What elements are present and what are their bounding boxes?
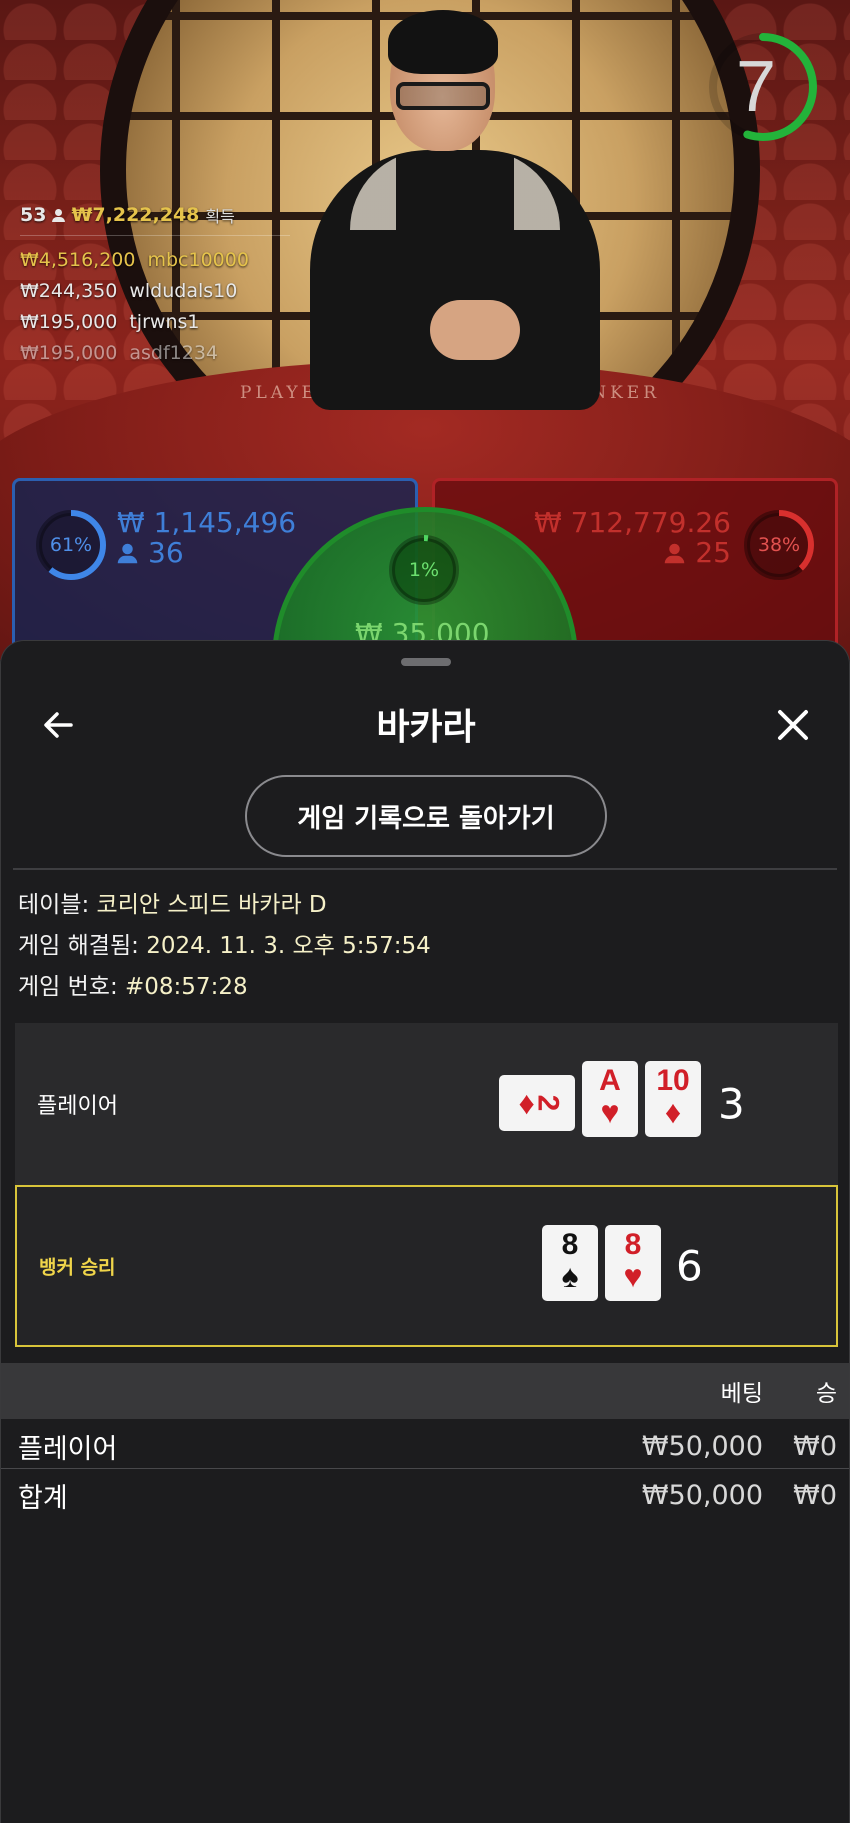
- person-icon: [665, 543, 685, 563]
- banker-score: 6: [676, 1241, 703, 1291]
- total-win-amount: ₩0: [793, 1479, 837, 1511]
- card-rank: A: [599, 1064, 621, 1097]
- game-info: 테이블: 코리안 스피드 바카라 D 게임 해결됨: 2024. 11. 3. …: [18, 885, 431, 1008]
- winner-row: ₩4,516,200 mbc10000: [20, 244, 290, 275]
- winner-name: asdf1234: [129, 341, 219, 364]
- sheet-grabber[interactable]: [401, 658, 451, 666]
- card-rank: 8: [561, 1228, 579, 1261]
- card-suit: ♥: [600, 1094, 620, 1130]
- banker-round: 뱅커 승리 8 ♠ 8 ♥ 6: [15, 1185, 838, 1347]
- countdown-number: 7: [735, 47, 777, 127]
- resolved-value: 2024. 11. 3. 오후 5:57:54: [146, 933, 431, 959]
- winner-amount: ₩195,000: [20, 341, 118, 364]
- game-number-label: 게임 번호:: [18, 974, 118, 1000]
- winners-header: 53 ₩7,222,248 획득: [20, 203, 290, 236]
- winner-row: ₩195,000 tjrwns1: [20, 306, 290, 337]
- card-rank: 10: [656, 1064, 690, 1097]
- playing-card: 8 ♥: [605, 1225, 661, 1301]
- banker-bettor-count: 25: [695, 536, 731, 569]
- playing-card: 10 ♦: [645, 1061, 701, 1137]
- winner-row: ₩195,000 asdf1234: [20, 337, 290, 368]
- table-value: 코리안 스피드 바카라 D: [96, 892, 327, 918]
- sheet-header: 바카라: [1, 681, 849, 767]
- winner-name: mbc10000: [147, 248, 249, 271]
- tie-percent-ring: 1%: [385, 531, 463, 609]
- dealer: [310, 10, 600, 410]
- winners-total-label: 획득: [205, 207, 235, 226]
- player-score: 3: [718, 1079, 745, 1129]
- resolved-info: 게임 해결됨: 2024. 11. 3. 오후 5:57:54: [18, 926, 431, 967]
- sheet-title: 바카라: [376, 707, 476, 748]
- person-icon: [117, 543, 138, 563]
- close-button[interactable]: [771, 703, 815, 747]
- game-detail-sheet: 바카라 게임 기록으로 돌아가기 테이블: 코리안 스피드 바카라 D 게임 해…: [0, 640, 850, 1823]
- back-button[interactable]: [37, 703, 81, 747]
- win-amount: ₩0: [793, 1430, 837, 1462]
- card-rank: 8: [624, 1228, 642, 1261]
- bet-amount: ₩50,000: [641, 1430, 763, 1462]
- total-row: 합계 ₩50,000 ₩0: [1, 1471, 849, 1519]
- card-suit: ♥: [623, 1258, 643, 1294]
- playing-card: 8 ♠: [542, 1225, 598, 1301]
- winners-total: ₩7,222,248: [71, 204, 200, 226]
- back-to-history-button[interactable]: 게임 기록으로 돌아가기: [245, 775, 607, 857]
- player-total-amount: ₩ 1,145,496: [117, 506, 297, 539]
- winners-count: 53: [20, 204, 47, 226]
- win-column-header: 승: [815, 1381, 837, 1407]
- divider: [1, 1468, 849, 1469]
- playing-card: A ♥: [582, 1061, 638, 1137]
- game-number-value: #08:57:28: [125, 974, 248, 1000]
- card-rank: 2: [531, 1094, 565, 1112]
- countdown-timer: 7: [706, 30, 820, 144]
- banker-total-amount: ₩ 712,779.26: [534, 506, 731, 539]
- resolved-label: 게임 해결됨:: [18, 933, 139, 959]
- arrow-left-icon: [44, 712, 73, 738]
- banker-round-label: 뱅커 승리: [39, 1256, 116, 1279]
- player-round: 플레이어 ♦ 2 A ♥ 10 ♦ 3: [15, 1023, 838, 1185]
- bet-name: 플레이어: [18, 1433, 118, 1465]
- person-icon: [52, 208, 66, 222]
- winner-amount: ₩4,516,200: [20, 248, 136, 271]
- winner-amount: ₩244,350: [20, 279, 118, 302]
- card-suit: ♦: [664, 1094, 682, 1130]
- tie-percent: 1%: [408, 559, 440, 581]
- player-round-label: 플레이어: [37, 1094, 118, 1119]
- winner-amount: ₩195,000: [20, 310, 118, 333]
- card-suit: ♠: [561, 1258, 579, 1294]
- table-info: 테이블: 코리안 스피드 바카라 D: [18, 885, 431, 926]
- divider: [13, 868, 837, 870]
- banker-percent-ring: 38%: [741, 507, 817, 583]
- bets-table-header: 베팅 승: [1, 1363, 849, 1419]
- winner-row: ₩244,350 wldudals10: [20, 275, 290, 306]
- player-percent-ring: 61%: [33, 507, 109, 583]
- player-percent: 61%: [49, 534, 93, 556]
- playing-card: ♦ 2: [499, 1075, 575, 1131]
- winner-name: tjrwns1: [129, 310, 200, 333]
- table-row: 플레이어 ₩50,000 ₩0: [1, 1422, 849, 1470]
- table-label: 테이블:: [18, 892, 90, 918]
- game-number-info: 게임 번호: #08:57:28: [18, 967, 431, 1008]
- player-bettor-count: 36: [148, 536, 184, 569]
- total-bet-amount: ₩50,000: [641, 1479, 763, 1511]
- winners-list: 53 ₩7,222,248 획득 ₩4,516,200 mbc10000 ₩24…: [20, 203, 290, 368]
- banker-percent: 38%: [757, 534, 801, 556]
- total-label: 합계: [18, 1482, 68, 1514]
- close-icon: [778, 710, 808, 740]
- bet-column-header: 베팅: [720, 1381, 763, 1407]
- winner-name: wldudals10: [129, 279, 238, 302]
